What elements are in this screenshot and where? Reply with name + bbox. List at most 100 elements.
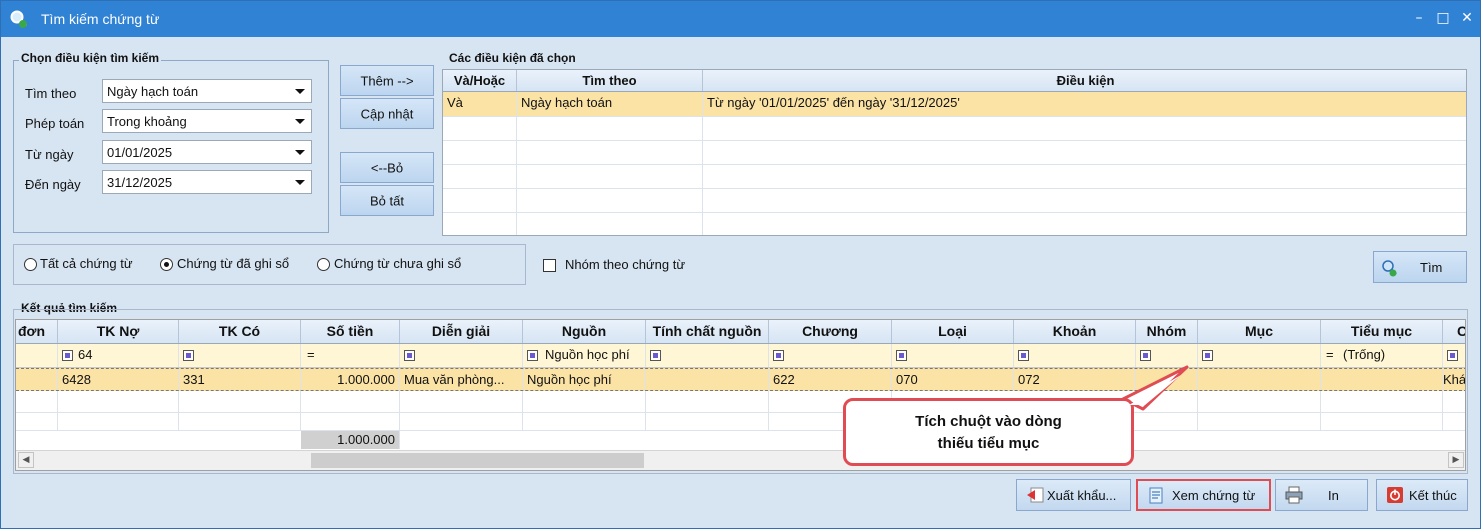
results-grid[interactable]: đơn TK Nợ TK Có Số tiền Diễn giải Nguồn …	[15, 319, 1466, 471]
col-header-sub-item[interactable]: Tiểu mục	[1321, 320, 1443, 343]
operator-select[interactable]: Trong khoảng	[102, 109, 312, 133]
col-header-c[interactable]: C	[1443, 320, 1465, 343]
view-voucher-button-label: Xem chứng từ	[1172, 488, 1256, 503]
close-icon[interactable]: ✕	[1456, 7, 1478, 29]
radio-unposted-label[interactable]: Chứng từ chưa ghi sổ	[334, 256, 461, 271]
filter-source-nature[interactable]	[646, 344, 769, 367]
horizontal-scrollbar[interactable]: ◀ ▶	[16, 450, 1465, 470]
col-header-item[interactable]: Mục	[1198, 320, 1321, 343]
empty-cell	[1136, 413, 1198, 430]
add-button[interactable]: Thêm -->	[340, 65, 434, 96]
filter-sub-item-operator[interactable]: =	[1326, 347, 1334, 362]
col-header-type[interactable]: Loại	[892, 320, 1014, 343]
search-by-value: Ngày hạch toán	[107, 84, 199, 99]
table-row[interactable]	[443, 189, 1466, 213]
scroll-right-icon[interactable]: ▶	[1448, 452, 1464, 468]
col-header-condition[interactable]: Điều kiện	[703, 70, 1466, 91]
to-date-picker[interactable]: 31/12/2025	[102, 170, 312, 194]
filter-item[interactable]	[1198, 344, 1321, 367]
table-row[interactable]	[443, 141, 1466, 165]
filter-sub-item[interactable]: = (Trống)	[1321, 344, 1443, 367]
chevron-down-icon[interactable]	[295, 180, 305, 185]
radio-posted-label[interactable]: Chứng từ đã ghi sổ	[177, 256, 289, 271]
scrollbar-thumb[interactable]	[311, 453, 644, 468]
col-header-field[interactable]: Tìm theo	[517, 70, 703, 91]
filter-operator-icon[interactable]	[183, 350, 194, 361]
col-header-unit[interactable]: đơn	[16, 320, 58, 343]
radio-all-label[interactable]: Tất cả chứng từ	[40, 256, 133, 271]
search-button[interactable]: Tìm	[1373, 251, 1467, 283]
filter-type[interactable]	[892, 344, 1014, 367]
filter-group[interactable]	[1136, 344, 1198, 367]
radio-all-vouchers[interactable]	[24, 258, 37, 271]
radio-unposted-vouchers[interactable]	[317, 258, 330, 271]
filter-credit-account[interactable]	[179, 344, 301, 367]
col-header-chapter[interactable]: Chương	[769, 320, 892, 343]
selected-conditions-grid[interactable]: Và/Hoặc Tìm theo Điều kiện Và Ngày hạch …	[442, 69, 1467, 236]
filter-c[interactable]	[1443, 344, 1465, 367]
filter-description[interactable]	[400, 344, 523, 367]
col-header-description[interactable]: Diễn giải	[400, 320, 523, 343]
filter-operator-icon[interactable]	[527, 350, 538, 361]
chevron-down-icon[interactable]	[295, 89, 305, 94]
table-row[interactable]	[443, 117, 1466, 141]
table-row[interactable]	[16, 391, 1465, 413]
col-header-section[interactable]: Khoản	[1014, 320, 1136, 343]
filter-operator-icon[interactable]	[62, 350, 73, 361]
search-icon	[1382, 260, 1397, 277]
filter-row[interactable]: 64 = Nguồn học phí = (Trống)	[16, 344, 1465, 368]
group-by-voucher-label[interactable]: Nhóm theo chứng từ	[565, 257, 685, 272]
col-header-amount[interactable]: Số tiền	[301, 320, 400, 343]
close-form-button[interactable]: Kết thúc	[1376, 479, 1468, 511]
col-header-debit-account[interactable]: TK Nợ	[58, 320, 179, 343]
chevron-down-icon[interactable]	[295, 119, 305, 124]
filter-amount[interactable]: =	[301, 344, 400, 367]
window-title: Tìm kiếm chứng từ	[41, 11, 160, 27]
filter-operator-icon[interactable]	[1140, 350, 1151, 361]
radio-posted-vouchers[interactable]	[160, 258, 173, 271]
remove-all-button[interactable]: Bỏ tất	[340, 185, 434, 216]
source-cell: Nguồn học phí	[523, 369, 646, 390]
scroll-left-icon[interactable]: ◀	[18, 452, 34, 468]
table-row[interactable]	[443, 165, 1466, 189]
title-bar[interactable]: Tìm kiếm chứng từ – □ ✕	[1, 1, 1480, 37]
col-header-group[interactable]: Nhóm	[1136, 320, 1198, 343]
col-header-source-nature[interactable]: Tính chất nguồn	[646, 320, 769, 343]
filter-operator-icon[interactable]	[1202, 350, 1213, 361]
amount-total-cell: 1.000.000	[301, 431, 400, 449]
filter-debit-account[interactable]: 64	[58, 344, 179, 367]
col-header-andor[interactable]: Và/Hoặc	[443, 70, 517, 91]
filter-operator-icon[interactable]	[896, 350, 907, 361]
table-row[interactable]	[443, 213, 1466, 235]
filter-amount-operator[interactable]: =	[307, 347, 315, 362]
search-by-select[interactable]: Ngày hạch toán	[102, 79, 312, 103]
table-row[interactable]: 6428 331 1.000.000 Mua văn phòng... Nguồ…	[16, 368, 1465, 391]
printer-icon	[1285, 486, 1303, 504]
from-date-picker[interactable]: 01/01/2025	[102, 140, 312, 164]
table-row[interactable]	[16, 413, 1465, 431]
filter-operator-icon[interactable]	[404, 350, 415, 361]
filter-section[interactable]	[1014, 344, 1136, 367]
filter-operator-icon[interactable]	[1018, 350, 1029, 361]
filter-source[interactable]: Nguồn học phí	[523, 344, 646, 367]
filter-chapter[interactable]	[769, 344, 892, 367]
filter-operator-icon[interactable]	[773, 350, 784, 361]
update-button[interactable]: Cập nhật	[340, 98, 434, 129]
col-header-source[interactable]: Nguồn	[523, 320, 646, 343]
filter-cell[interactable]	[16, 344, 58, 367]
filter-operator-icon[interactable]	[650, 350, 661, 361]
chevron-down-icon[interactable]	[295, 150, 305, 155]
operator-label: Phép toán	[25, 116, 85, 131]
remove-button[interactable]: <--Bỏ	[340, 152, 434, 183]
col-header-credit-account[interactable]: TK Có	[179, 320, 301, 343]
view-voucher-button[interactable]: Xem chứng từ	[1136, 479, 1271, 511]
maximize-icon[interactable]: □	[1432, 7, 1454, 29]
print-button[interactable]: In	[1275, 479, 1368, 511]
type-cell: 070	[892, 369, 1014, 390]
table-row[interactable]: Và Ngày hạch toán Từ ngày '01/01/2025' đ…	[443, 92, 1466, 117]
empty-cell	[443, 189, 517, 212]
filter-operator-icon[interactable]	[1447, 350, 1458, 361]
minimize-icon[interactable]: –	[1408, 7, 1430, 29]
export-button[interactable]: Xuất khẩu...	[1016, 479, 1131, 511]
group-by-voucher-checkbox[interactable]	[543, 259, 556, 272]
